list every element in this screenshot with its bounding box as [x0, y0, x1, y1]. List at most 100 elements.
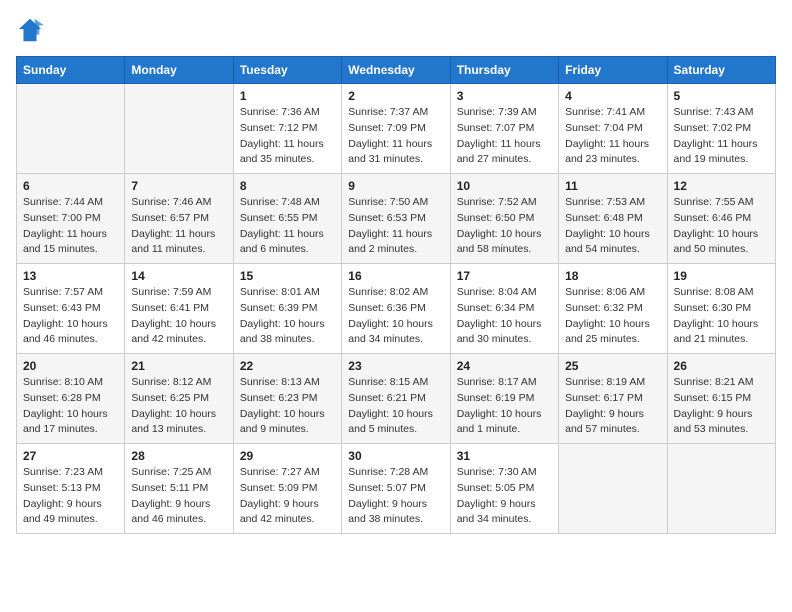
calendar-cell: 15 Sunrise: 8:01 AM Sunset: 6:39 PM Dayli… — [233, 264, 341, 354]
day-info: Sunrise: 7:37 AM Sunset: 7:09 PM Dayligh… — [348, 105, 443, 168]
days-header-row: SundayMondayTuesdayWednesdayThursdayFrid… — [17, 57, 776, 84]
day-number: 7 — [131, 179, 226, 193]
day-info: Sunrise: 8:12 AM Sunset: 6:25 PM Dayligh… — [131, 375, 226, 438]
day-info: Sunrise: 7:44 AM Sunset: 7:00 PM Dayligh… — [23, 195, 118, 258]
day-info: Sunrise: 8:02 AM Sunset: 6:36 PM Dayligh… — [348, 285, 443, 348]
day-number: 4 — [565, 89, 660, 103]
day-number: 3 — [457, 89, 552, 103]
calendar-cell: 14 Sunrise: 7:59 AM Sunset: 6:41 PM Dayli… — [125, 264, 233, 354]
calendar-week-row: 27 Sunrise: 7:23 AM Sunset: 5:13 PM Dayli… — [17, 444, 776, 534]
calendar-cell: 16 Sunrise: 8:02 AM Sunset: 6:36 PM Dayli… — [342, 264, 450, 354]
calendar-cell: 31 Sunrise: 7:30 AM Sunset: 5:05 PM Dayli… — [450, 444, 558, 534]
logo-icon — [16, 16, 44, 44]
calendar-cell — [559, 444, 667, 534]
day-info: Sunrise: 8:17 AM Sunset: 6:19 PM Dayligh… — [457, 375, 552, 438]
calendar-cell: 29Sunrise: 7:27 AM Sunset: 5:09 PM Dayli… — [233, 444, 341, 534]
day-number: 26 — [674, 359, 769, 373]
calendar-cell: 21 Sunrise: 8:12 AM Sunset: 6:25 PM Dayli… — [125, 354, 233, 444]
day-number: 16 — [348, 269, 443, 283]
calendar-cell: 26 Sunrise: 8:21 AM Sunset: 6:15 PM Dayli… — [667, 354, 775, 444]
calendar-cell: 13 Sunrise: 7:57 AM Sunset: 6:43 PM Dayli… — [17, 264, 125, 354]
page-header — [16, 16, 776, 44]
day-info: Sunrise: 7:53 AM Sunset: 6:48 PM Dayligh… — [565, 195, 660, 258]
day-number: 11 — [565, 179, 660, 193]
day-info: Sunrise: 7:27 AM Sunset: 5:09 PM Dayligh… — [240, 465, 335, 528]
calendar-cell: 24 Sunrise: 8:17 AM Sunset: 6:19 PM Dayli… — [450, 354, 558, 444]
day-info: Sunrise: 7:59 AM Sunset: 6:41 PM Dayligh… — [131, 285, 226, 348]
calendar-cell — [667, 444, 775, 534]
calendar-week-row: 1 Sunrise: 7:36 AM Sunset: 7:12 PM Daylig… — [17, 84, 776, 174]
day-number: 5 — [674, 89, 769, 103]
day-info: Sunrise: 8:01 AM Sunset: 6:39 PM Dayligh… — [240, 285, 335, 348]
day-header-thursday: Thursday — [450, 57, 558, 84]
calendar-week-row: 20Sunrise: 8:10 AM Sunset: 6:28 PM Dayli… — [17, 354, 776, 444]
day-number: 23 — [348, 359, 443, 373]
day-number: 15 — [240, 269, 335, 283]
day-number: 31 — [457, 449, 552, 463]
calendar-cell — [125, 84, 233, 174]
calendar-cell: 22Sunrise: 8:13 AM Sunset: 6:23 PM Dayli… — [233, 354, 341, 444]
calendar-cell: 20Sunrise: 8:10 AM Sunset: 6:28 PM Dayli… — [17, 354, 125, 444]
day-info: Sunrise: 8:08 AM Sunset: 6:30 PM Dayligh… — [674, 285, 769, 348]
day-info: Sunrise: 7:41 AM Sunset: 7:04 PM Dayligh… — [565, 105, 660, 168]
calendar-cell: 30 Sunrise: 7:28 AM Sunset: 5:07 PM Dayli… — [342, 444, 450, 534]
day-number: 2 — [348, 89, 443, 103]
day-info: Sunrise: 7:55 AM Sunset: 6:46 PM Dayligh… — [674, 195, 769, 258]
day-header-sunday: Sunday — [17, 57, 125, 84]
calendar-cell: 8 Sunrise: 7:48 AM Sunset: 6:55 PM Daylig… — [233, 174, 341, 264]
day-info: Sunrise: 7:28 AM Sunset: 5:07 PM Dayligh… — [348, 465, 443, 528]
day-number: 14 — [131, 269, 226, 283]
calendar-cell: 11 Sunrise: 7:53 AM Sunset: 6:48 PM Dayli… — [559, 174, 667, 264]
day-info: Sunrise: 8:21 AM Sunset: 6:15 PM Dayligh… — [674, 375, 769, 438]
day-info: Sunrise: 7:48 AM Sunset: 6:55 PM Dayligh… — [240, 195, 335, 258]
calendar-cell: 18 Sunrise: 8:06 AM Sunset: 6:32 PM Dayli… — [559, 264, 667, 354]
day-number: 9 — [348, 179, 443, 193]
day-number: 1 — [240, 89, 335, 103]
calendar-cell — [17, 84, 125, 174]
day-number: 6 — [23, 179, 118, 193]
day-number: 19 — [674, 269, 769, 283]
day-number: 10 — [457, 179, 552, 193]
day-header-wednesday: Wednesday — [342, 57, 450, 84]
day-info: Sunrise: 7:23 AM Sunset: 5:13 PM Dayligh… — [23, 465, 118, 528]
day-info: Sunrise: 8:06 AM Sunset: 6:32 PM Dayligh… — [565, 285, 660, 348]
calendar-cell: 1 Sunrise: 7:36 AM Sunset: 7:12 PM Daylig… — [233, 84, 341, 174]
calendar-week-row: 6 Sunrise: 7:44 AM Sunset: 7:00 PM Daylig… — [17, 174, 776, 264]
day-number: 21 — [131, 359, 226, 373]
day-info: Sunrise: 7:57 AM Sunset: 6:43 PM Dayligh… — [23, 285, 118, 348]
day-header-tuesday: Tuesday — [233, 57, 341, 84]
day-number: 17 — [457, 269, 552, 283]
day-info: Sunrise: 7:50 AM Sunset: 6:53 PM Dayligh… — [348, 195, 443, 258]
calendar-cell: 9 Sunrise: 7:50 AM Sunset: 6:53 PM Daylig… — [342, 174, 450, 264]
day-header-saturday: Saturday — [667, 57, 775, 84]
calendar-cell: 28Sunrise: 7:25 AM Sunset: 5:11 PM Dayli… — [125, 444, 233, 534]
day-info: Sunrise: 7:25 AM Sunset: 5:11 PM Dayligh… — [131, 465, 226, 528]
day-info: Sunrise: 8:10 AM Sunset: 6:28 PM Dayligh… — [23, 375, 118, 438]
calendar-cell: 12 Sunrise: 7:55 AM Sunset: 6:46 PM Dayli… — [667, 174, 775, 264]
day-info: Sunrise: 8:15 AM Sunset: 6:21 PM Dayligh… — [348, 375, 443, 438]
day-number: 13 — [23, 269, 118, 283]
day-info: Sunrise: 7:43 AM Sunset: 7:02 PM Dayligh… — [674, 105, 769, 168]
calendar-cell: 3Sunrise: 7:39 AM Sunset: 7:07 PM Daylig… — [450, 84, 558, 174]
day-info: Sunrise: 8:04 AM Sunset: 6:34 PM Dayligh… — [457, 285, 552, 348]
calendar-cell: 23 Sunrise: 8:15 AM Sunset: 6:21 PM Dayli… — [342, 354, 450, 444]
calendar-cell: 19 Sunrise: 8:08 AM Sunset: 6:30 PM Dayli… — [667, 264, 775, 354]
calendar-week-row: 13 Sunrise: 7:57 AM Sunset: 6:43 PM Dayli… — [17, 264, 776, 354]
day-info: Sunrise: 8:19 AM Sunset: 6:17 PM Dayligh… — [565, 375, 660, 438]
day-number: 30 — [348, 449, 443, 463]
day-number: 12 — [674, 179, 769, 193]
day-number: 25 — [565, 359, 660, 373]
day-number: 8 — [240, 179, 335, 193]
calendar-cell: 7Sunrise: 7:46 AM Sunset: 6:57 PM Daylig… — [125, 174, 233, 264]
day-number: 24 — [457, 359, 552, 373]
day-header-friday: Friday — [559, 57, 667, 84]
calendar-cell: 5 Sunrise: 7:43 AM Sunset: 7:02 PM Daylig… — [667, 84, 775, 174]
calendar-cell: 17 Sunrise: 8:04 AM Sunset: 6:34 PM Dayli… — [450, 264, 558, 354]
day-number: 27 — [23, 449, 118, 463]
day-info: Sunrise: 8:13 AM Sunset: 6:23 PM Dayligh… — [240, 375, 335, 438]
day-info: Sunrise: 7:30 AM Sunset: 5:05 PM Dayligh… — [457, 465, 552, 528]
calendar-cell: 25 Sunrise: 8:19 AM Sunset: 6:17 PM Dayli… — [559, 354, 667, 444]
calendar-cell: 27 Sunrise: 7:23 AM Sunset: 5:13 PM Dayli… — [17, 444, 125, 534]
day-info: Sunrise: 7:36 AM Sunset: 7:12 PM Dayligh… — [240, 105, 335, 168]
day-number: 18 — [565, 269, 660, 283]
